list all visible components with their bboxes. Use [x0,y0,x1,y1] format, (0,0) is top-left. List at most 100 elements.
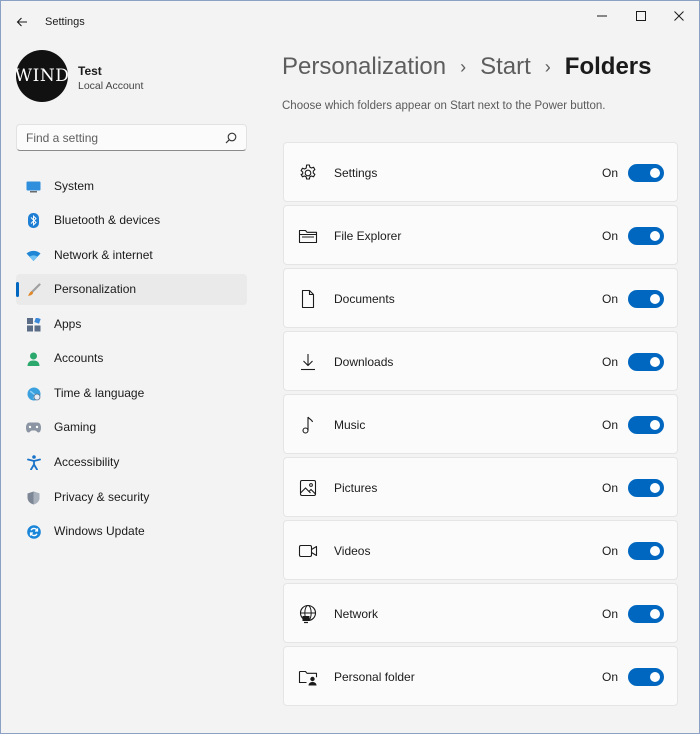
sidebar-item-gaming[interactable]: Gaming [16,412,247,443]
active-indicator [16,282,19,297]
account-type: Local Account [78,80,144,92]
close-button[interactable] [659,3,699,29]
folder-label: Network [334,607,379,621]
globe-clock-icon [26,386,41,401]
folder-label: Personal folder [334,670,415,684]
folder-card-documents: Documents On [283,268,678,328]
search-input[interactable]: Find a setting [16,124,247,151]
page-title: Folders [564,53,652,80]
toggle-state: On [601,670,618,684]
toggle-knob [650,357,660,367]
search-placeholder: Find a setting [26,131,99,145]
toggle-state: On [601,481,618,495]
title-bar: Settings [1,1,699,41]
folder-icon [298,229,318,244]
folder-label: File Explorer [334,229,402,243]
network-toggle[interactable] [628,605,664,623]
back-button[interactable] [9,9,35,35]
toggle-knob [650,546,660,556]
folder-label: Downloads [334,355,394,369]
toggle-knob [650,168,660,178]
folder-card-downloads: Downloads On [283,331,678,391]
wifi-icon [26,248,41,263]
toggle-state: On [601,418,618,432]
breadcrumb-start[interactable]: Start [480,53,531,81]
settings-window: Settings WIND Test Local Account Find a … [0,0,700,734]
avatar[interactable]: WIND [14,50,70,102]
folder-card-music: Music On [283,394,678,454]
close-icon [674,11,684,21]
minimize-icon [597,15,607,17]
sidebar-item-label: Time & language [54,386,145,400]
document-icon [301,289,315,309]
toggle-state: On [601,166,618,180]
sidebar-item-label: Windows Update [54,524,145,538]
sidebar-item-network[interactable]: Network & internet [16,240,247,271]
toggle-state: On [601,355,618,369]
network-globe-icon [299,604,317,624]
folder-label: Settings [334,166,378,180]
bluetooth-icon [26,213,41,228]
minimize-button[interactable] [582,3,622,29]
app-title: Settings [45,16,85,28]
toggle-state: On [601,229,618,243]
breadcrumb-personalization[interactable]: Personalization [282,53,446,81]
folder-card-file-explorer: File Explorer On [283,205,678,265]
folder-label: Videos [334,544,371,558]
chevron-right-icon: › [460,56,467,77]
folder-card-personal-folder: Personal folder On [283,646,678,706]
sidebar-item-label: Gaming [54,420,97,434]
sidebar-item-accessibility[interactable]: Accessibility [16,447,247,478]
toggle-knob [650,672,660,682]
sidebar-item-label: Bluetooth & devices [54,213,161,227]
sidebar-item-time-language[interactable]: Time & language [16,378,247,409]
maximize-button[interactable] [621,3,661,29]
sidebar-item-label: Network & internet [54,248,153,262]
system-icon [26,179,41,194]
personal-folder-icon [298,670,318,686]
maximize-icon [636,11,646,21]
toggle-state: On [601,607,618,621]
download-icon [301,354,315,371]
breadcrumb: Personalization › Start › Folders [282,52,651,82]
documents-toggle[interactable] [628,290,664,308]
chevron-right-icon: › [544,56,551,77]
sidebar-item-label: Personalization [54,282,137,296]
downloads-toggle[interactable] [628,353,664,371]
settings-toggle[interactable] [628,164,664,182]
sidebar-item-privacy-security[interactable]: Privacy & security [16,482,247,513]
shield-icon [26,490,41,505]
gamepad-icon [26,420,41,435]
sidebar-item-label: Apps [54,317,82,331]
avatar-text: WIND [14,66,70,86]
file-explorer-toggle[interactable] [628,227,664,245]
sidebar-item-accounts[interactable]: Accounts [16,343,247,374]
music-toggle[interactable] [628,416,664,434]
toggle-knob [650,231,660,241]
sidebar-item-system[interactable]: System [16,171,247,202]
profile-name: Test [78,64,102,78]
toggle-knob [650,483,660,493]
sidebar-item-bluetooth[interactable]: Bluetooth & devices [16,205,247,236]
accessibility-icon [26,455,41,470]
apps-icon [26,317,41,332]
personal-folder-toggle[interactable] [628,668,664,686]
update-icon [26,524,41,539]
sidebar-item-personalization[interactable]: Personalization [16,274,247,305]
toggle-knob [650,420,660,430]
folder-card-settings: Settings On [283,142,678,202]
videos-toggle[interactable] [628,542,664,560]
picture-icon [299,479,317,497]
music-note-icon [302,416,314,434]
accounts-icon [26,351,41,366]
folder-card-network: Network On [283,583,678,643]
sidebar-item-apps[interactable]: Apps [16,309,247,340]
search-icon [225,132,237,144]
pictures-toggle[interactable] [628,479,664,497]
folder-card-videos: Videos On [283,520,678,580]
page-description: Choose which folders appear on Start nex… [282,100,606,112]
sidebar-item-label: System [54,179,95,193]
brush-icon [26,282,41,297]
folder-label: Music [334,418,366,432]
sidebar-item-windows-update[interactable]: Windows Update [16,516,247,547]
